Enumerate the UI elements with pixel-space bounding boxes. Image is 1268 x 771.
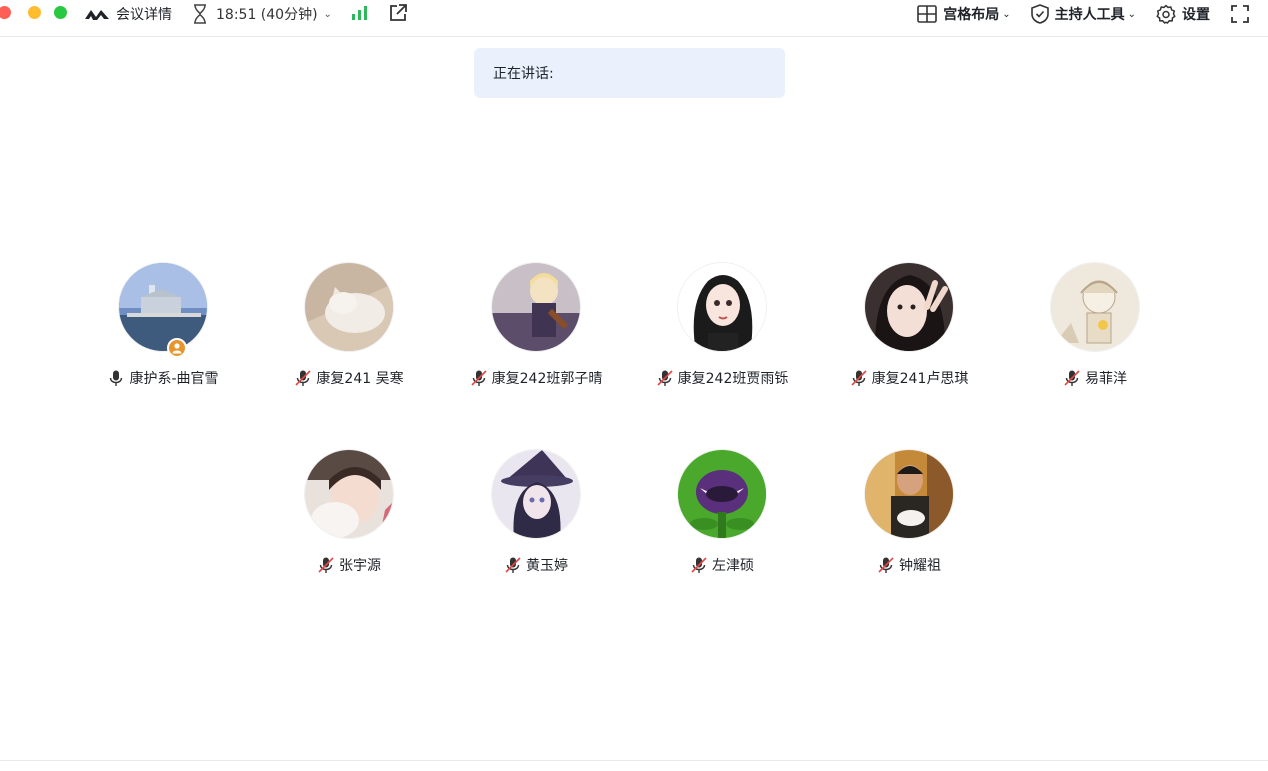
- participant-name: 康复242班郭子晴: [491, 371, 603, 387]
- settings-button[interactable]: 设置: [1156, 4, 1210, 24]
- toolbar-right: 宫格布局 ⌄ 主持人工具 ⌄ 设置: [897, 0, 1250, 28]
- grid-layout-button[interactable]: 宫格布局 ⌄: [917, 4, 1011, 24]
- participant-tile[interactable]: 钟耀祖: [816, 449, 1002, 579]
- hourglass-icon: [194, 4, 206, 24]
- participant-tile[interactable]: 黄玉婷: [443, 449, 629, 579]
- microphone-muted-icon[interactable]: [877, 556, 895, 574]
- avatar[interactable]: [118, 262, 208, 352]
- participant-name-row: 黄玉婷: [443, 555, 629, 575]
- participant-name-row: 张宇源: [256, 555, 442, 575]
- participant-name-row: 康复241卢思琪: [816, 368, 1002, 388]
- avatar[interactable]: [677, 449, 767, 539]
- microphone-muted-icon[interactable]: [1063, 369, 1081, 387]
- meeting-timer-text: 18:51 (40分钟): [216, 7, 318, 23]
- participant-name-row: 康复242班贾雨铄: [629, 368, 815, 388]
- avatar[interactable]: [304, 449, 394, 539]
- avatar[interactable]: [491, 449, 581, 539]
- anime-witch-image: [492, 450, 580, 538]
- participant-name-row: 康复241 吴寒: [256, 368, 442, 388]
- fullscreen-button[interactable]: [1230, 4, 1250, 24]
- participant-name-row: 康护系-曲官雪: [70, 368, 256, 388]
- shield-check-icon: [1030, 4, 1049, 24]
- piranha-plant-image: [678, 450, 766, 538]
- participant-tile[interactable]: 康复242班贾雨铄: [629, 262, 815, 392]
- avatar[interactable]: [677, 262, 767, 352]
- participant-name: 康复241 吴寒: [316, 371, 404, 387]
- external-link-icon[interactable]: [388, 3, 408, 23]
- host-tools-label: 主持人工具: [1054, 7, 1125, 23]
- microphone-muted-icon[interactable]: [294, 369, 312, 387]
- participant-tile[interactable]: 左津硕: [629, 449, 815, 579]
- participant-name: 张宇源: [339, 558, 381, 574]
- microphone-muted-icon[interactable]: [850, 369, 868, 387]
- microphone-muted-icon[interactable]: [690, 556, 708, 574]
- grid-layout-icon: [917, 5, 938, 23]
- participant-name: 康复242班贾雨铄: [677, 371, 789, 387]
- participant-tile[interactable]: 康复241卢思琪: [816, 262, 1002, 392]
- window-controls: [0, 6, 67, 19]
- participant-name: 康护系-曲官雪: [129, 371, 219, 387]
- grid-layout-label: 宫格布局: [943, 7, 1000, 23]
- anime-violinist-image: [492, 263, 580, 351]
- participant-name-row: 左津硕: [629, 555, 815, 575]
- participant-name-row: 康复242班郭子晴: [443, 368, 629, 388]
- participant-tile[interactable]: 康复242班郭子晴: [443, 262, 629, 392]
- person-icon: [172, 343, 182, 354]
- avatar[interactable]: [864, 449, 954, 539]
- speaking-label: 正在讲话:: [493, 66, 554, 82]
- close-window-button[interactable]: [0, 6, 11, 19]
- microphone-muted-icon[interactable]: [504, 556, 522, 574]
- avatar[interactable]: [491, 262, 581, 352]
- avatar[interactable]: [864, 262, 954, 352]
- app-logo-icon: [85, 10, 109, 20]
- host-badge: [167, 338, 187, 358]
- fullscreen-icon: [1231, 5, 1249, 23]
- minimize-window-button[interactable]: [28, 6, 41, 19]
- microphone-muted-icon[interactable]: [470, 369, 488, 387]
- chevron-down-icon: ⌄: [1002, 8, 1011, 20]
- gear-icon: [1156, 4, 1176, 24]
- participant-name: 左津硕: [712, 558, 754, 574]
- network-signal-icon[interactable]: [351, 5, 369, 21]
- cartoon-girl-image: [678, 263, 766, 351]
- sketch-character-image: [1051, 263, 1139, 351]
- chevron-down-icon: ⌄: [323, 8, 332, 20]
- man-eating-image: [865, 450, 953, 538]
- meeting-details-label: 会议详情: [116, 7, 172, 23]
- host-tools-button[interactable]: 主持人工具 ⌄: [1030, 4, 1136, 24]
- bottom-divider: [0, 760, 1268, 761]
- title-bar: 会议详情 18:51 (40分钟) ⌄ 宫格布局 ⌄ 主持人工具 ⌄ 设置: [0, 0, 1268, 37]
- participant-name-row: 钟耀祖: [816, 555, 1002, 575]
- participant-name: 易菲洋: [1085, 371, 1127, 387]
- participant-tile[interactable]: 易菲洋: [1002, 262, 1188, 392]
- participant-tile[interactable]: 张宇源: [256, 449, 442, 579]
- avatar[interactable]: [1050, 262, 1140, 352]
- participant-name: 钟耀祖: [899, 558, 941, 574]
- meeting-timer[interactable]: 18:51 (40分钟) ⌄: [192, 0, 332, 28]
- participant-name: 康复241卢思琪: [871, 371, 969, 387]
- meeting-details-button[interactable]: 会议详情: [84, 0, 172, 28]
- avatar[interactable]: [304, 262, 394, 352]
- participant-name: 黄玉婷: [526, 558, 568, 574]
- child-photo-image: [305, 450, 393, 538]
- microphone-muted-icon[interactable]: [317, 556, 335, 574]
- selfie-peace-sign-image: [865, 263, 953, 351]
- participant-tile[interactable]: 康复241 吴寒: [256, 262, 442, 392]
- chevron-down-icon: ⌄: [1127, 8, 1136, 20]
- harbor-photo-image: [119, 263, 207, 351]
- sleeping-cat-image: [305, 263, 393, 351]
- microphone-icon[interactable]: [107, 369, 125, 387]
- microphone-muted-icon[interactable]: [656, 369, 674, 387]
- settings-label: 设置: [1182, 7, 1210, 23]
- speaking-indicator: 正在讲话:: [474, 48, 785, 98]
- maximize-window-button[interactable]: [54, 6, 67, 19]
- participant-name-row: 易菲洋: [1002, 368, 1188, 388]
- participant-tile[interactable]: 康护系-曲官雪: [70, 262, 256, 392]
